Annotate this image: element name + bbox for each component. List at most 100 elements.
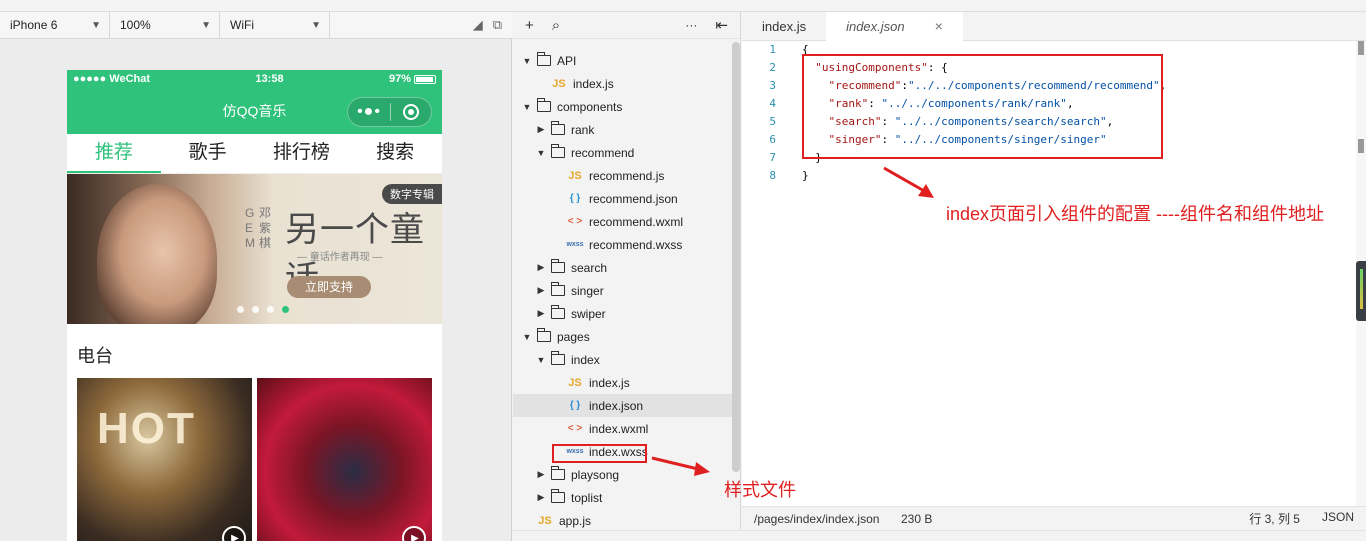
tab-recommend[interactable]: 推荐	[67, 134, 161, 173]
add-file-icon[interactable]: +	[525, 17, 534, 34]
wxml-file-icon: < >	[567, 423, 583, 434]
collapse-icon[interactable]: ⇤	[715, 16, 728, 34]
mini-program-navbar: 仿QQ音乐 •●•	[67, 88, 442, 134]
scroll-mark	[1358, 139, 1364, 153]
pager-dot[interactable]	[252, 306, 259, 313]
album-subtitle: — 童话作者再现 —	[297, 252, 383, 263]
chevron-down-icon[interactable]: ▼	[521, 102, 533, 112]
tree-item-label: recommend.wxss	[589, 237, 683, 252]
tree-item[interactable]: JS index.js	[513, 371, 733, 394]
chevron-down-icon[interactable]: ▼	[521, 56, 533, 66]
tree-item[interactable]: JS app.js	[513, 509, 733, 532]
chevron-right-icon[interactable]: ▶	[535, 469, 547, 480]
phone-screen: ●●●●● WeChat 13:58 97% 仿QQ音乐 •●• 推荐 歌手 排…	[67, 70, 442, 541]
tab-search[interactable]: 搜索	[348, 134, 442, 173]
line-number: 6	[769, 133, 776, 146]
tree-item[interactable]: JS index.js	[513, 72, 733, 95]
tab-index-js[interactable]: index.js	[742, 12, 826, 41]
search-icon[interactable]: ⌕	[552, 17, 560, 34]
play-icon[interactable]: ▶	[402, 526, 426, 541]
line-number: 7	[769, 151, 776, 164]
tree-item[interactable]: ▼ recommend	[513, 141, 733, 164]
pager-dot[interactable]	[237, 306, 244, 313]
tree-item[interactable]: ▼ index	[513, 348, 733, 371]
tree-item[interactable]: ▼ API	[513, 49, 733, 72]
tree-item[interactable]: ▼ pages	[513, 325, 733, 348]
explorer-scrollbar[interactable]	[732, 42, 740, 472]
device-select-value: iPhone 6	[10, 18, 58, 32]
tree-item-label: components	[557, 99, 623, 114]
more-icon[interactable]: ···	[685, 18, 697, 32]
music-tabs: 推荐 歌手 排行榜 搜索	[67, 134, 442, 174]
tree-item[interactable]: < > recommend.wxml	[513, 210, 733, 233]
close-icon[interactable]: ×	[935, 12, 943, 41]
tab-singer[interactable]: 歌手	[161, 134, 255, 173]
meter-bar	[1359, 269, 1363, 309]
chevron-down-icon[interactable]: ▼	[535, 355, 547, 365]
folder-icon	[551, 144, 565, 158]
tab-toplist[interactable]: 排行榜	[255, 134, 349, 173]
capsule-menu: •●•	[347, 97, 432, 127]
tree-item[interactable]: ▶ toplist	[513, 486, 733, 509]
tree-item-label: toplist	[571, 490, 603, 505]
carrier-label: ●●●●● WeChat	[73, 73, 151, 85]
tree-item[interactable]: { } recommend.json	[513, 187, 733, 210]
chevron-down-icon[interactable]: ▼	[535, 148, 547, 158]
tree-item-label: API	[557, 53, 577, 68]
artist-chinese-column: 邓 紫 棋	[259, 206, 271, 251]
album-banner[interactable]: 数字专辑 G E M 邓 紫 棋 另一个童话 — 童话作者再现 — 立即支持	[67, 174, 442, 324]
folder-icon	[537, 328, 551, 342]
detach-window-icon[interactable]: ⧉	[493, 17, 502, 33]
tree-item-label: search	[571, 260, 608, 275]
tree-item[interactable]: { } index.json	[513, 394, 733, 417]
pager-dot-active[interactable]	[282, 306, 289, 313]
chevron-down-icon: ▼	[311, 19, 321, 31]
folder-icon	[551, 282, 565, 296]
radio-card[interactable]: ▶	[257, 378, 432, 541]
artist-char: 棋	[259, 236, 272, 250]
network-select[interactable]: WiFi ▼	[220, 11, 330, 39]
album-tag: 数字专辑	[382, 184, 442, 204]
play-icon[interactable]: ▶	[222, 526, 246, 541]
more-dots-icon[interactable]: •●•	[348, 98, 390, 126]
device-select[interactable]: iPhone 6 ▼	[0, 11, 110, 39]
battery-indicator: 97%	[389, 73, 436, 85]
cursor-position[interactable]: 行 3, 列 5	[1249, 510, 1300, 527]
close-circle-icon[interactable]	[403, 104, 419, 120]
tree-item[interactable]: ▶ search	[513, 256, 733, 279]
capsule-divider	[390, 103, 391, 121]
chevron-right-icon[interactable]: ▶	[535, 308, 547, 319]
tree-item-label: index	[571, 352, 600, 367]
folder-icon	[551, 259, 565, 273]
tree-item[interactable]: wxss recommend.wxss	[513, 233, 733, 256]
chevron-right-icon[interactable]: ▶	[535, 124, 547, 135]
zoom-select[interactable]: 100% ▼	[110, 11, 220, 39]
wxss-file-icon: wxss	[566, 241, 584, 248]
tree-item[interactable]: < > index.wxml	[513, 417, 733, 440]
tree-item[interactable]: JS recommend.js	[513, 164, 733, 187]
tab-index-json[interactable]: index.json ×	[826, 12, 963, 41]
bottom-panel-edge	[513, 530, 1366, 541]
editor-tabbar: index.js index.json ×	[742, 12, 1366, 41]
phone-status-bar: ●●●●● WeChat 13:58 97%	[67, 70, 442, 88]
radio-section-title: 电台	[77, 346, 113, 366]
pager-dot[interactable]	[267, 306, 274, 313]
folder-icon	[537, 98, 551, 112]
tab-label: index.json	[846, 19, 905, 34]
tree-item[interactable]: ▶ singer	[513, 279, 733, 302]
folder-icon	[551, 121, 565, 135]
language-mode[interactable]: JSON	[1322, 510, 1354, 527]
volume-icon[interactable]: ◢	[473, 17, 483, 33]
tree-item[interactable]: ▶ swiper	[513, 302, 733, 325]
chevron-down-icon[interactable]: ▼	[521, 332, 533, 342]
side-meter-widget[interactable]	[1356, 261, 1366, 321]
chevron-right-icon[interactable]: ▶	[535, 262, 547, 273]
radio-card[interactable]: HOT ▶	[77, 378, 252, 541]
line-number-gutter: 1 2 3 4 5 6 7 8	[742, 41, 786, 185]
scroll-mark	[1358, 41, 1364, 55]
chevron-right-icon[interactable]: ▶	[535, 285, 547, 296]
tree-item[interactable]: ▼ components	[513, 95, 733, 118]
support-button[interactable]: 立即支持	[287, 276, 371, 298]
tree-item[interactable]: ▶ rank	[513, 118, 733, 141]
chevron-right-icon[interactable]: ▶	[535, 492, 547, 503]
